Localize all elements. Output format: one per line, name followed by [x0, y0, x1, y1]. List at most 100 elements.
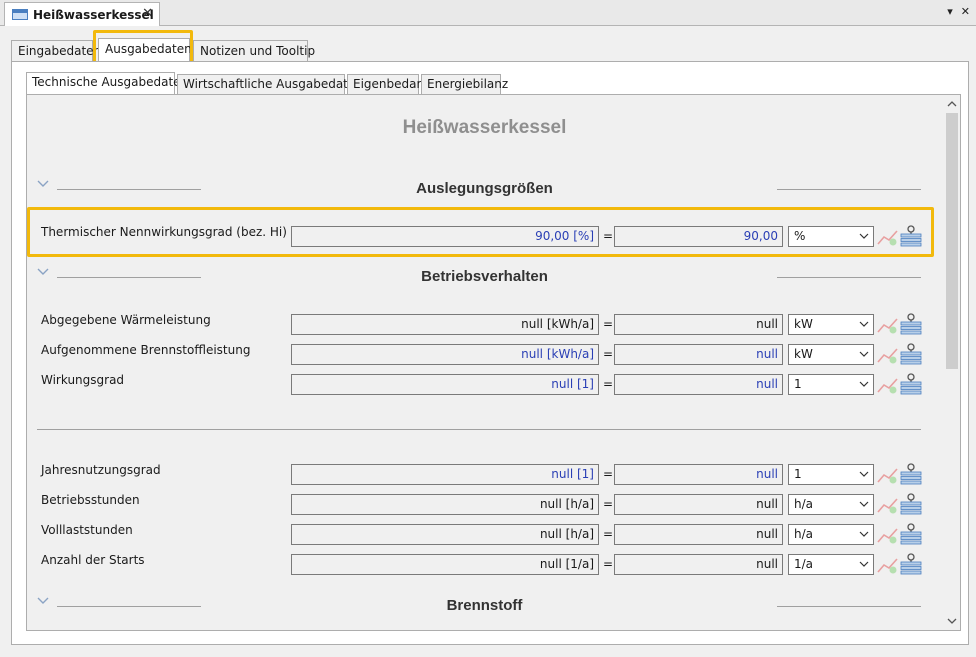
output-panel: Technische Ausgabedaten Wirtschaftliche …: [11, 61, 969, 645]
value-field: null [h/a]: [291, 494, 599, 515]
unit-select[interactable]: kW: [788, 344, 874, 365]
section-line-right: [777, 606, 921, 607]
converted-value-field: null: [614, 494, 783, 515]
equals-sign: =: [603, 317, 614, 331]
chevron-down-icon: [859, 471, 869, 477]
unit-select[interactable]: 1: [788, 464, 874, 485]
row-label: Aufgenommene Brennstoffleistung: [41, 343, 251, 357]
unit-select[interactable]: 1/a: [788, 554, 874, 575]
row-label: Volllaststunden: [41, 523, 133, 537]
pinned-list-icon[interactable]: [900, 313, 922, 335]
unit-select[interactable]: h/a: [788, 524, 874, 545]
output-row-nennwirkungsgrad: Thermischer Nennwirkungsgrad (bez. Hi) 9…: [27, 225, 942, 248]
value-field: null [1/a]: [291, 554, 599, 575]
trend-chart-icon[interactable]: [877, 375, 899, 395]
chevron-down-icon: [859, 381, 869, 387]
unit-select-value: kW: [794, 347, 813, 361]
converted-value-field: 90,00: [614, 226, 783, 247]
section-header-auslegung: Auslegungsgrößen: [27, 180, 942, 198]
subtab-energiebilanz[interactable]: Energiebilanz: [421, 74, 508, 94]
unit-select[interactable]: 1: [788, 374, 874, 395]
output-row-jahresnutzungsgrad: Jahresnutzungsgrad null [1] = null 1: [27, 463, 942, 486]
equals-sign: =: [603, 527, 614, 541]
subtab-eigenbedarf[interactable]: Eigenbedarf: [347, 74, 426, 94]
scroll-up-arrow-icon[interactable]: [944, 96, 960, 112]
section-line-right: [777, 277, 921, 278]
subtab-technische-ausgabedaten[interactable]: Technische Ausgabedaten: [26, 72, 188, 94]
unit-select-value: %: [794, 229, 806, 243]
equals-sign: =: [603, 497, 614, 511]
value-field: null [kWh/a]: [291, 344, 599, 365]
tab-ausgabedaten[interactable]: Ausgabedaten: [98, 38, 192, 62]
converted-value-field: null: [614, 554, 783, 575]
unit-select-value: 1: [794, 467, 802, 481]
dropdown-menu-icon[interactable]: ▾: [947, 5, 953, 18]
tab-notizen-und-tooltip[interactable]: Notizen und Tooltip: [193, 40, 315, 61]
value-field: null [kWh/a]: [291, 314, 599, 335]
trend-chart-icon[interactable]: [877, 495, 899, 515]
trend-chart-icon[interactable]: [877, 315, 899, 335]
group-divider: [37, 429, 921, 430]
converted-value-field: null: [614, 464, 783, 485]
output-row-volllaststunden: Volllaststunden null [h/a] = null h/a: [27, 523, 942, 546]
equals-sign: =: [603, 467, 614, 481]
pinned-list-icon[interactable]: [900, 343, 922, 365]
document-tab[interactable]: Heißwasserkessel ✕: [4, 2, 160, 26]
unit-select-value: kW: [794, 317, 813, 331]
value-field: 90,00 [%]: [291, 226, 599, 247]
equals-sign: =: [603, 347, 614, 361]
window-close-icon[interactable]: ✕: [961, 5, 970, 18]
section-header-betrieb: Betriebsverhalten: [27, 268, 942, 286]
trend-chart-icon[interactable]: [877, 525, 899, 545]
tab-eingabedaten[interactable]: Eingabedaten: [11, 40, 101, 61]
trend-chart-icon[interactable]: [877, 345, 899, 365]
converted-value-field: null: [614, 374, 783, 395]
unit-select[interactable]: kW: [788, 314, 874, 335]
converted-value-field: null: [614, 344, 783, 365]
unit-select[interactable]: h/a: [788, 494, 874, 515]
converted-value-field: null: [614, 314, 783, 335]
window-tab-bar: Heißwasserkessel ✕ ▾ ✕: [0, 0, 976, 26]
equals-sign: =: [603, 229, 614, 243]
output-row-betriebsstunden: Betriebsstunden null [h/a] = null h/a: [27, 493, 942, 516]
window-icon: [12, 9, 28, 20]
document-tab-title: Heißwasserkessel: [33, 7, 154, 22]
row-label: Wirkungsgrad: [41, 373, 125, 387]
pinned-list-icon[interactable]: [900, 493, 922, 515]
pinned-list-icon[interactable]: [900, 225, 922, 247]
equals-sign: =: [603, 377, 614, 391]
vertical-scrollbar[interactable]: [944, 95, 960, 630]
trend-chart-icon[interactable]: [877, 465, 899, 485]
converted-value-field: null: [614, 524, 783, 545]
value-field: null [h/a]: [291, 524, 599, 545]
page-title: Heißwasserkessel: [402, 117, 567, 138]
output-row-brennstoffleistung: Aufgenommene Brennstoffleistung null [kW…: [27, 343, 942, 366]
trend-chart-icon[interactable]: [877, 227, 899, 247]
chevron-down-icon: [859, 531, 869, 537]
subtab-wirtschaftliche-ausgabedaten[interactable]: Wirtschaftliche Ausgabedaten: [177, 74, 363, 94]
row-label: Thermischer Nennwirkungsgrad (bez. Hi): [41, 225, 287, 239]
unit-select-value: 1: [794, 377, 802, 391]
output-row-anzahl-starts: Anzahl der Starts null [1/a] = null 1/a: [27, 553, 942, 576]
close-icon[interactable]: ✕: [142, 6, 153, 21]
row-label: Anzahl der Starts: [41, 553, 145, 567]
pinned-list-icon[interactable]: [900, 523, 922, 545]
scroll-down-arrow-icon[interactable]: [944, 613, 960, 629]
row-label: Abgegebene Wärmeleistung: [41, 313, 211, 327]
section-line-right: [777, 189, 921, 190]
chevron-down-icon: [859, 351, 869, 357]
trend-chart-icon[interactable]: [877, 555, 899, 575]
unit-select[interactable]: %: [788, 226, 874, 247]
pinned-list-icon[interactable]: [900, 373, 922, 395]
row-label: Jahresnutzungsgrad: [41, 463, 161, 477]
unit-select-value: 1/a: [794, 557, 814, 571]
unit-select-value: h/a: [794, 527, 814, 541]
scrollbar-thumb[interactable]: [946, 113, 958, 369]
unit-select-value: h/a: [794, 497, 814, 511]
chevron-down-icon: [859, 501, 869, 507]
window-controls: ▾ ✕: [947, 5, 970, 18]
chevron-down-icon: [859, 321, 869, 327]
pinned-list-icon[interactable]: [900, 463, 922, 485]
pinned-list-icon[interactable]: [900, 553, 922, 575]
chevron-down-icon: [859, 561, 869, 567]
